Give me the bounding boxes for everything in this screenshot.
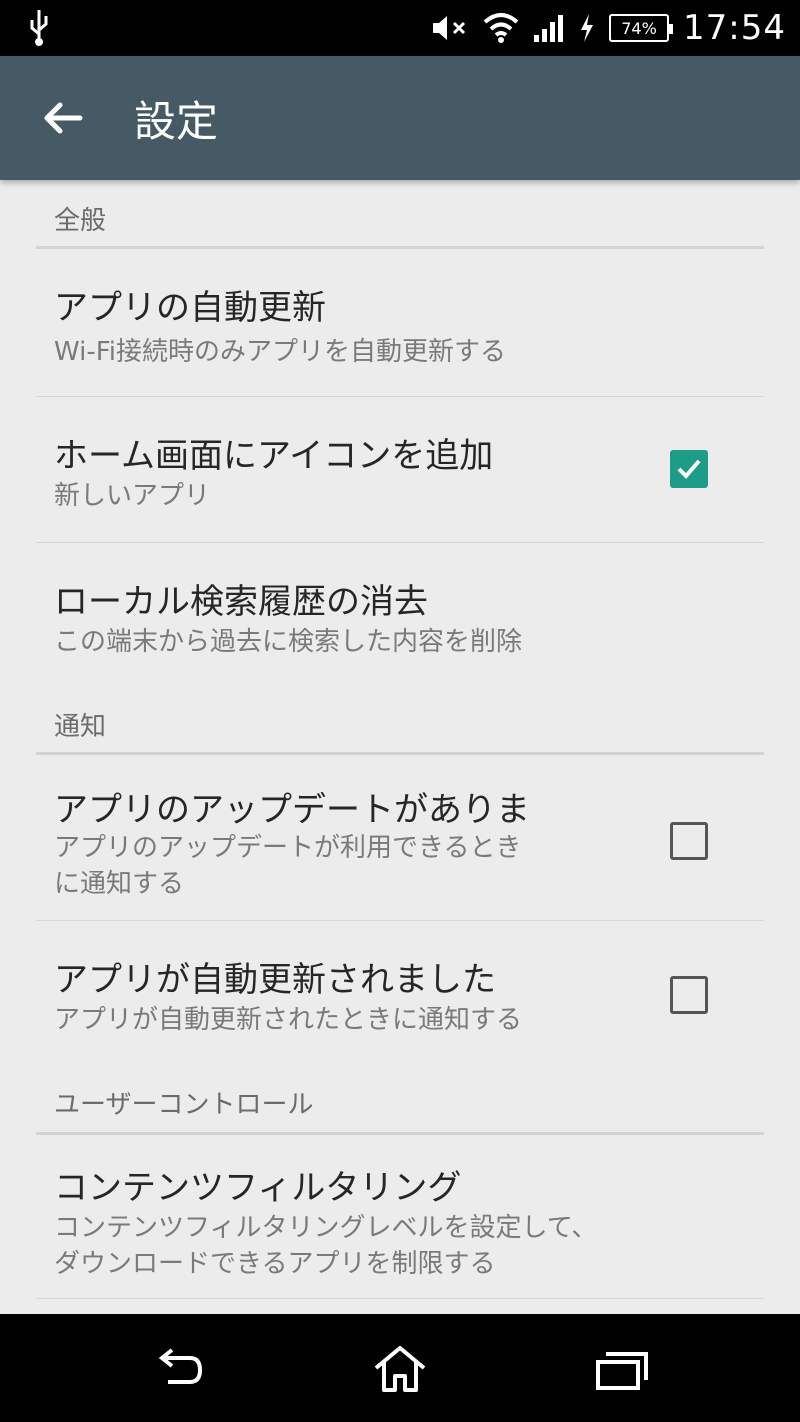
section-divider	[36, 246, 764, 249]
section-header-user-controls: ユーザーコントロール	[54, 1090, 314, 1120]
usb-icon	[30, 10, 48, 46]
section-divider	[36, 752, 764, 755]
setting-subtitle: アプリが自動更新されたときに通知する	[54, 1005, 523, 1035]
arrow-left-icon[interactable]	[40, 94, 88, 142]
row-divider	[36, 396, 764, 397]
battery-percent: 74%	[621, 18, 657, 38]
wifi-icon	[483, 13, 519, 43]
clock: 17:54	[683, 8, 786, 48]
row-divider	[36, 920, 764, 921]
charging-icon	[581, 14, 594, 42]
setting-subtitle: この端末から過去に検索した内容を削除	[54, 627, 523, 657]
check-icon	[677, 459, 701, 479]
recents-icon[interactable]	[594, 1344, 650, 1394]
auto-updated-checkbox[interactable]	[670, 976, 708, 1014]
setting-title: ホーム画面にアイコンを追加	[54, 436, 494, 476]
setting-title: コンテンツフィルタリング	[54, 1168, 462, 1208]
setting-title: アプリのアップデートがありま	[54, 790, 530, 830]
mute-icon	[433, 16, 466, 40]
section-header-general: 全般	[54, 206, 107, 236]
section-divider	[36, 1132, 764, 1135]
app-bar: 設定	[0, 56, 800, 180]
navigation-bar	[0, 1314, 800, 1422]
status-bar: 74% 17:54	[0, 0, 800, 56]
signal-icon	[534, 15, 564, 42]
back-nav-icon[interactable]	[150, 1344, 206, 1394]
page-title: 設定	[134, 97, 219, 146]
setting-subtitle: アプリのアップデートが利用できるとき	[54, 833, 522, 863]
setting-title: ローカル検索履歴の消去	[54, 582, 428, 622]
home-icon[interactable]	[372, 1344, 428, 1394]
battery-icon: 74%	[609, 14, 674, 42]
setting-subtitle: 新しいアプリ	[54, 481, 211, 511]
update-available-checkbox[interactable]	[670, 822, 708, 860]
setting-subtitle: コンテンツフィルタリングレベルを設定して、	[54, 1213, 598, 1243]
setting-title: アプリの自動更新	[54, 288, 326, 328]
add-home-icon-checkbox[interactable]	[670, 450, 708, 488]
setting-title: アプリが自動更新されました	[54, 960, 496, 1000]
setting-subtitle: Wi-Fi接続時のみアプリを自動更新する	[54, 337, 507, 367]
settings-list: 全般 アプリの自動更新 Wi-Fi接続時のみアプリを自動更新する ホーム画面にア…	[0, 180, 800, 1314]
row-divider	[36, 542, 764, 543]
setting-subtitle: に通知する	[54, 869, 185, 899]
setting-subtitle: ダウンロードできるアプリを制限する	[54, 1249, 496, 1279]
row-divider	[36, 1298, 764, 1299]
section-header-notifications: 通知	[54, 712, 107, 742]
